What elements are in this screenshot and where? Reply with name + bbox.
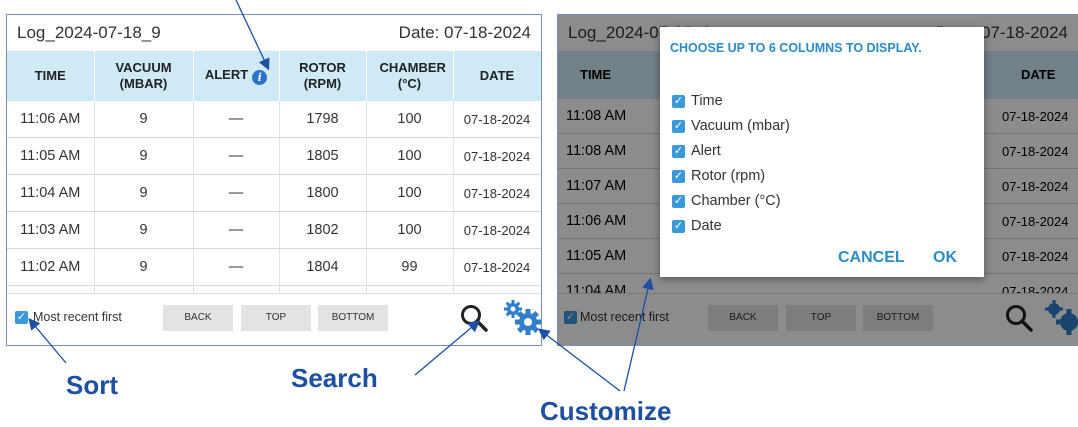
callout-search: Search xyxy=(291,363,378,393)
callout-arrows xyxy=(28,0,654,392)
callout-sort: Sort xyxy=(66,370,118,400)
callout-customize: Customize xyxy=(540,396,672,426)
